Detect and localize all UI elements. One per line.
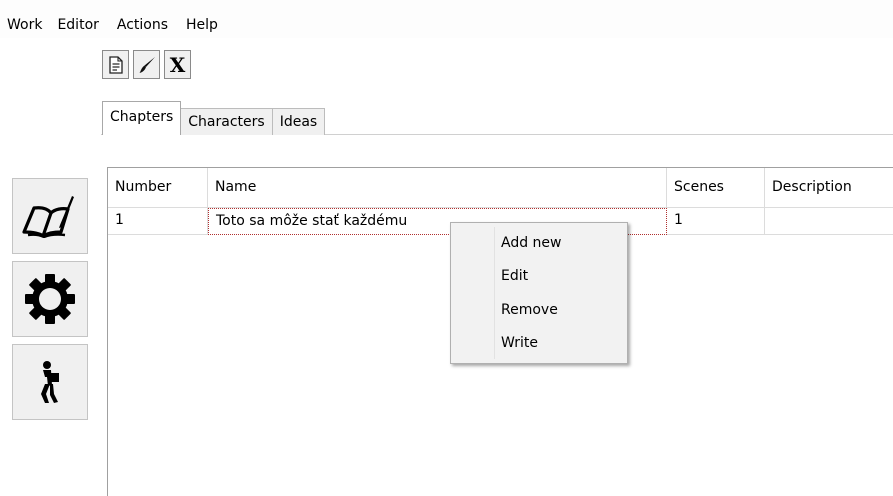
- menu-editor[interactable]: Editor: [51, 0, 107, 33]
- column-header-name[interactable]: Name: [208, 168, 667, 208]
- context-menu-add-new[interactable]: Add new: [501, 235, 562, 251]
- column-header-number[interactable]: Number: [108, 168, 208, 208]
- context-menu: Add new Edit Remove Write: [450, 222, 628, 364]
- tab-ideas[interactable]: Ideas: [271, 108, 326, 135]
- context-menu-edit[interactable]: Edit: [501, 268, 528, 284]
- context-menu-gutter: [494, 227, 495, 359]
- menu-actions[interactable]: Actions: [108, 0, 177, 33]
- menu-bar: Work Editor Actions Help: [0, 0, 893, 38]
- sidebar-export-button[interactable]: [12, 344, 88, 420]
- context-menu-remove[interactable]: Remove: [501, 302, 558, 318]
- toolbar: X: [102, 50, 191, 79]
- column-header-scenes[interactable]: Scenes: [667, 168, 765, 208]
- table-row-scenes-cell[interactable]: 1: [667, 208, 765, 235]
- new-document-button[interactable]: [102, 50, 129, 79]
- column-header-description[interactable]: Description: [765, 168, 893, 208]
- sidebar: [12, 178, 88, 420]
- document-icon: [108, 55, 123, 74]
- tab-strip: Chapters Characters Ideas: [102, 101, 326, 135]
- gear-icon: [25, 274, 75, 324]
- sidebar-settings-button[interactable]: [12, 261, 88, 337]
- close-button[interactable]: X: [164, 50, 191, 79]
- menu-work[interactable]: Work: [0, 0, 51, 33]
- brush-icon: [139, 56, 155, 73]
- menu-help[interactable]: Help: [177, 0, 227, 33]
- table-row-description-cell[interactable]: [765, 208, 893, 235]
- person-carrying-box-icon: [41, 361, 59, 403]
- tab-characters[interactable]: Characters: [180, 108, 273, 135]
- close-x-icon: X: [169, 52, 186, 77]
- brush-button[interactable]: [133, 50, 160, 79]
- table-row-number-cell[interactable]: 1: [108, 208, 208, 235]
- sidebar-book-button[interactable]: [12, 178, 88, 254]
- tab-chapters[interactable]: Chapters: [102, 101, 182, 135]
- context-menu-write[interactable]: Write: [501, 335, 538, 351]
- open-book-icon: [22, 196, 74, 238]
